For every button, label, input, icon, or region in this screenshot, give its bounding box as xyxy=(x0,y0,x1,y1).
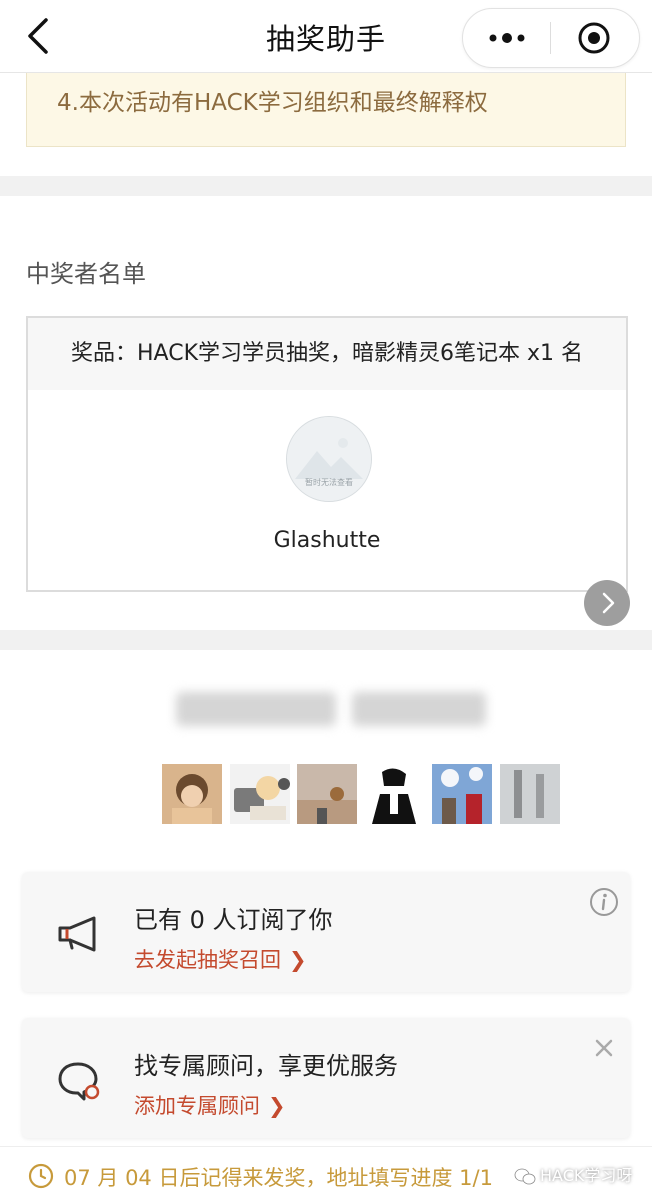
rules-notice: 4.本次活动有HACK学习组织和最终解释权 xyxy=(26,73,626,147)
chat-bubble-icon xyxy=(58,1062,100,1101)
chevron-right-icon: ❯ xyxy=(289,948,307,972)
mini-program-capsule xyxy=(462,8,640,68)
notice-text: 4.本次活动有HACK学习组织和最终解释权 xyxy=(57,90,488,116)
wechat-icon xyxy=(514,1168,536,1184)
blurred-text xyxy=(352,692,486,726)
prize-description: 奖品：HACK学习学员抽奖，暗影精灵6笔记本 x1 名 xyxy=(28,318,626,390)
prize-winner-card: 奖品：HACK学习学员抽奖，暗影精灵6笔记本 x1 名 暂时无法查看 Glash… xyxy=(26,316,628,592)
start-recall-link-label: 去发起抽奖召回 xyxy=(134,948,281,972)
add-advisor-link-label: 添加专属顾问 xyxy=(134,1094,260,1118)
participant-avatar[interactable] xyxy=(230,764,290,824)
watermark-text: HACK学习呀 xyxy=(540,1166,633,1185)
placeholder-mountain-icon xyxy=(287,417,371,501)
section-divider xyxy=(0,176,652,196)
more-dots-icon[interactable] xyxy=(487,27,527,49)
winner-name: Glashutte xyxy=(273,528,381,553)
participant-avatar[interactable] xyxy=(364,764,424,824)
winner-avatar[interactable]: 暂时无法查看 xyxy=(286,416,372,502)
section-divider xyxy=(0,630,652,650)
next-page-button[interactable] xyxy=(584,580,630,626)
info-icon[interactable] xyxy=(588,886,620,918)
blurred-text xyxy=(176,692,336,726)
participant-avatar[interactable] xyxy=(432,764,492,824)
clock-icon xyxy=(28,1163,54,1189)
megaphone-icon xyxy=(58,916,96,952)
advisor-text: 找专属顾问，享更优服务 xyxy=(134,1052,398,1080)
advisor-card: 找专属顾问，享更优服务 添加专属顾问 ❯ xyxy=(22,1018,630,1138)
close-target-icon[interactable] xyxy=(577,21,611,55)
chevron-right-icon: ❯ xyxy=(268,1094,286,1118)
chevron-right-icon xyxy=(602,592,615,614)
participant-avatar[interactable] xyxy=(297,764,357,824)
account-watermark: HACK学习呀 xyxy=(514,1162,632,1186)
participant-avatar[interactable] xyxy=(162,764,222,824)
add-advisor-link[interactable]: 添加专属顾问 ❯ xyxy=(134,1090,286,1120)
subscriber-count-text: 已有 0 人订阅了你 xyxy=(134,906,333,934)
start-recall-link[interactable]: 去发起抽奖召回 ❯ xyxy=(134,944,307,974)
winners-section-title: 中奖者名单 xyxy=(26,260,146,288)
capsule-divider xyxy=(550,22,551,54)
subscribe-card: 已有 0 人订阅了你 去发起抽奖召回 ❯ xyxy=(22,872,630,992)
reminder-text: 07 月 04 日后记得来发奖，地址填写进度 1/1 xyxy=(64,1166,493,1190)
top-nav-bar: 抽奖助手 xyxy=(0,0,652,73)
avatar-caption: 暂时无法查看 xyxy=(305,478,353,487)
participant-avatar[interactable] xyxy=(500,764,560,824)
close-icon[interactable] xyxy=(588,1032,620,1064)
